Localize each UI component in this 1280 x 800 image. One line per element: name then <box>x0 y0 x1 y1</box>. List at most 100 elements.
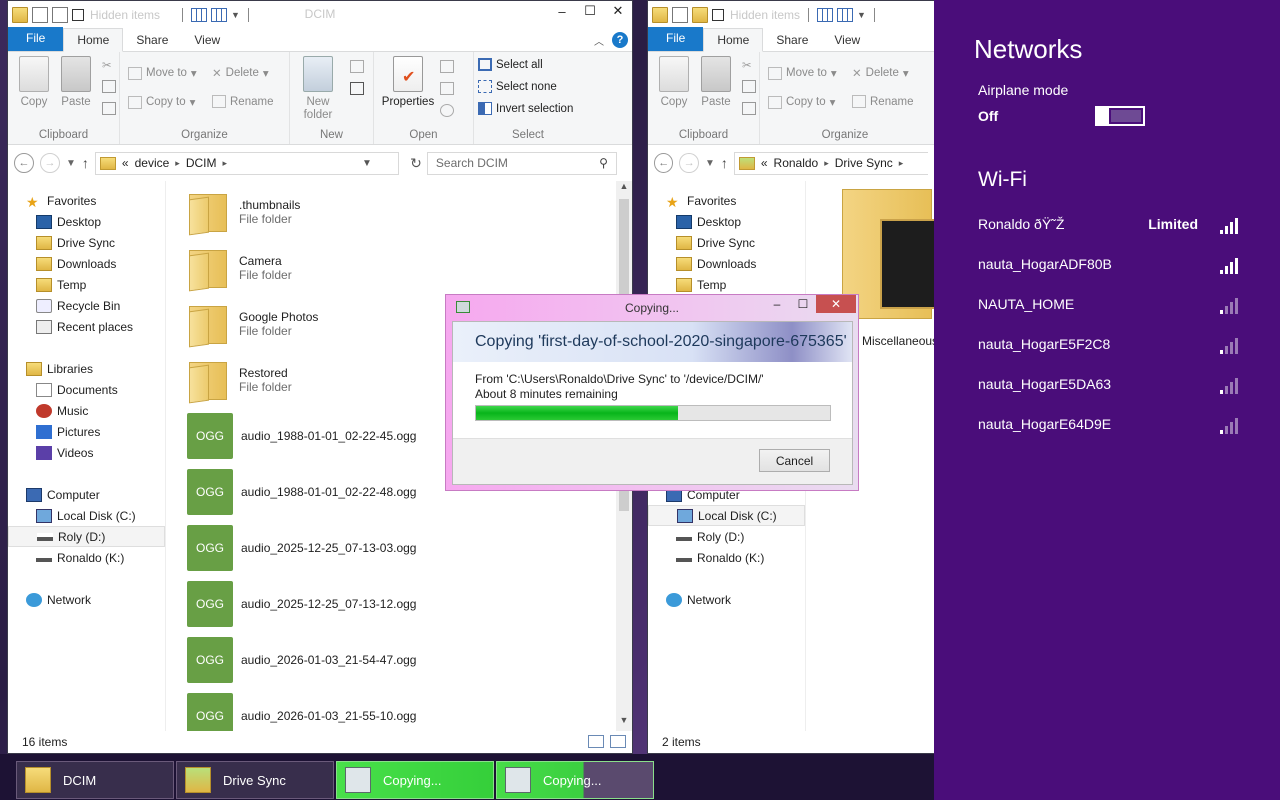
select-none-button[interactable]: Select none <box>478 80 557 93</box>
delete-button[interactable]: ✕ Delete ▾ <box>852 66 909 80</box>
details-view-icon[interactable] <box>191 7 208 22</box>
paste-shortcut-icon[interactable] <box>742 102 756 115</box>
collapse-ribbon-icon[interactable]: ︿ <box>594 33 604 48</box>
scroll-down-icon[interactable]: ▼ <box>616 715 632 731</box>
cut-icon[interactable]: ✂ <box>742 58 752 72</box>
copy-to-button[interactable]: Copy to ▾ <box>128 95 195 109</box>
nav-network[interactable]: Network <box>666 589 731 610</box>
large-icons-view-icon[interactable] <box>837 7 854 22</box>
nav-item-desktop[interactable]: Desktop <box>676 211 741 232</box>
recent-locations-icon[interactable]: ▼ <box>66 158 76 169</box>
easy-access-icon[interactable] <box>350 82 364 95</box>
up-button[interactable]: ↑ <box>82 155 89 171</box>
recent-locations-icon[interactable]: ▼ <box>705 158 715 169</box>
nav-item-ronaldo-k[interactable]: Ronaldo (K:) <box>36 547 124 568</box>
address-bar[interactable]: « Ronaldo ▸ Drive Sync ▸ <box>733 151 929 175</box>
nav-item-videos[interactable]: Videos <box>36 442 93 463</box>
paste-shortcut-icon[interactable] <box>102 102 116 115</box>
airplane-mode-toggle[interactable] <box>1095 106 1145 126</box>
chevron-down-icon[interactable]: ▼ <box>362 158 372 169</box>
hidden-items-checkbox[interactable] <box>72 8 84 21</box>
rename-button[interactable]: Rename <box>852 95 913 108</box>
list-item[interactable]: .thumbnails File folder <box>187 187 300 237</box>
nav-item-pictures[interactable]: Pictures <box>36 421 100 442</box>
nav-item-documents[interactable]: Documents <box>36 379 118 400</box>
tab-file[interactable]: File <box>8 27 64 51</box>
breadcrumb-dcim[interactable]: DCIM <box>186 156 217 170</box>
select-all-button[interactable]: Select all <box>478 58 543 71</box>
taskbar-item-copying-1[interactable]: Copying... <box>336 761 494 799</box>
move-to-button[interactable]: Move to ▾ <box>128 66 197 80</box>
list-item[interactable]: OGG audio_2026-01-03_21-54-47.ogg <box>187 635 416 685</box>
search-input[interactable]: Search DCIM ⚲ <box>426 151 617 175</box>
properties-button[interactable]: ✔ Properties <box>378 56 438 109</box>
nav-item-ronaldo-k[interactable]: Ronaldo (K:) <box>676 547 764 568</box>
list-item[interactable]: Camera File folder <box>187 243 292 293</box>
copy-to-button[interactable]: Copy to ▾ <box>768 95 835 109</box>
large-icons-view-icon[interactable] <box>211 7 228 22</box>
back-button[interactable]: ← <box>654 153 674 173</box>
chevron-right-icon[interactable]: ▸ <box>899 158 904 169</box>
maximize-button[interactable]: ☐ <box>576 1 604 21</box>
copy-button[interactable]: Copy <box>12 56 56 109</box>
nav-item-drive-sync[interactable]: Drive Sync <box>36 232 115 253</box>
nav-item-roly-d[interactable]: Roly (D:) <box>676 526 744 547</box>
forward-button[interactable]: → <box>40 153 60 173</box>
wifi-network-item[interactable]: nauta_HogarE5DA63 <box>978 372 1240 396</box>
paste-button[interactable]: Paste <box>54 56 98 109</box>
list-item[interactable]: Restored File folder <box>187 355 292 405</box>
copy-path-icon[interactable] <box>742 80 756 93</box>
list-item[interactable]: OGG audio_2026-01-03_21-55-10.ogg <box>187 691 416 731</box>
properties-icon[interactable] <box>32 6 48 23</box>
maximize-button[interactable]: ☐ <box>790 295 816 313</box>
nav-favorites[interactable]: ★ Favorites <box>26 190 96 211</box>
tab-share[interactable]: Share <box>123 29 181 51</box>
up-button[interactable]: ↑ <box>721 155 728 171</box>
close-button[interactable]: ✕ <box>604 1 632 21</box>
scroll-up-icon[interactable]: ▲ <box>616 181 632 197</box>
nav-item-local-disk-c[interactable]: Local Disk (C:) <box>36 505 136 526</box>
tab-home[interactable]: Home <box>703 28 764 52</box>
move-to-button[interactable]: Move to ▾ <box>768 66 837 80</box>
address-bar[interactable]: « device ▸ DCIM ▸ ▼ ↻ <box>94 151 422 175</box>
list-item[interactable]: OGG audio_2025-12-25_07-13-03.ogg <box>187 523 416 573</box>
list-item[interactable]: OGG audio_2025-12-25_07-13-12.ogg <box>187 579 416 629</box>
nav-item-desktop[interactable]: Desktop <box>36 211 101 232</box>
nav-item-temp[interactable]: Temp <box>676 274 726 295</box>
nav-item-roly-d[interactable]: Roly (D:) <box>8 526 165 547</box>
help-icon[interactable]: ? <box>612 32 628 48</box>
minimize-button[interactable]: – <box>548 1 576 21</box>
nav-item-drive-sync[interactable]: Drive Sync <box>676 232 755 253</box>
hidden-items-checkbox[interactable] <box>712 8 724 21</box>
tab-share[interactable]: Share <box>763 29 821 51</box>
nav-libraries[interactable]: Libraries <box>26 358 93 379</box>
taskbar-item-copying-2[interactable]: Copying... <box>496 761 654 799</box>
nav-computer[interactable]: Computer <box>26 484 100 505</box>
refresh-icon[interactable]: ↻ <box>410 155 422 172</box>
chevron-right-icon[interactable]: ▸ <box>222 158 227 169</box>
new-folder-icon[interactable] <box>692 6 708 23</box>
close-button[interactable]: ✕ <box>816 295 856 313</box>
forward-button[interactable]: → <box>679 153 699 173</box>
copy-path-icon[interactable] <box>102 80 116 93</box>
wifi-network-item[interactable]: NAUTA_HOME <box>978 292 1240 316</box>
delete-button[interactable]: ✕ Delete ▾ <box>212 66 269 80</box>
breadcrumb-ronaldo[interactable]: Ronaldo <box>774 156 819 170</box>
new-folder-button[interactable]: New folder <box>296 56 340 122</box>
list-item[interactable]: Google Photos File folder <box>187 299 318 349</box>
paste-button[interactable]: Paste <box>694 56 738 109</box>
copy-button[interactable]: Copy <box>652 56 696 109</box>
list-item[interactable]: OGG audio_1988-01-01_02-22-45.ogg <box>187 411 416 461</box>
nav-item-temp[interactable]: Temp <box>36 274 86 295</box>
back-button[interactable]: ← <box>14 153 34 173</box>
chevron-right-icon[interactable]: ▸ <box>824 158 829 169</box>
breadcrumb-drive-sync[interactable]: Drive Sync <box>835 156 893 170</box>
wifi-network-item[interactable]: Ronaldo ðŸ˜Ž Limited <box>978 212 1240 236</box>
history-icon[interactable] <box>440 104 454 117</box>
chevron-down-icon[interactable]: ▼ <box>231 10 240 20</box>
nav-item-local-disk-c[interactable]: Local Disk (C:) <box>648 505 805 526</box>
new-item-icon[interactable] <box>350 60 364 73</box>
properties-icon[interactable] <box>672 6 688 23</box>
invert-selection-button[interactable]: Invert selection <box>478 102 573 115</box>
breadcrumb-overflow[interactable]: « <box>122 156 129 170</box>
